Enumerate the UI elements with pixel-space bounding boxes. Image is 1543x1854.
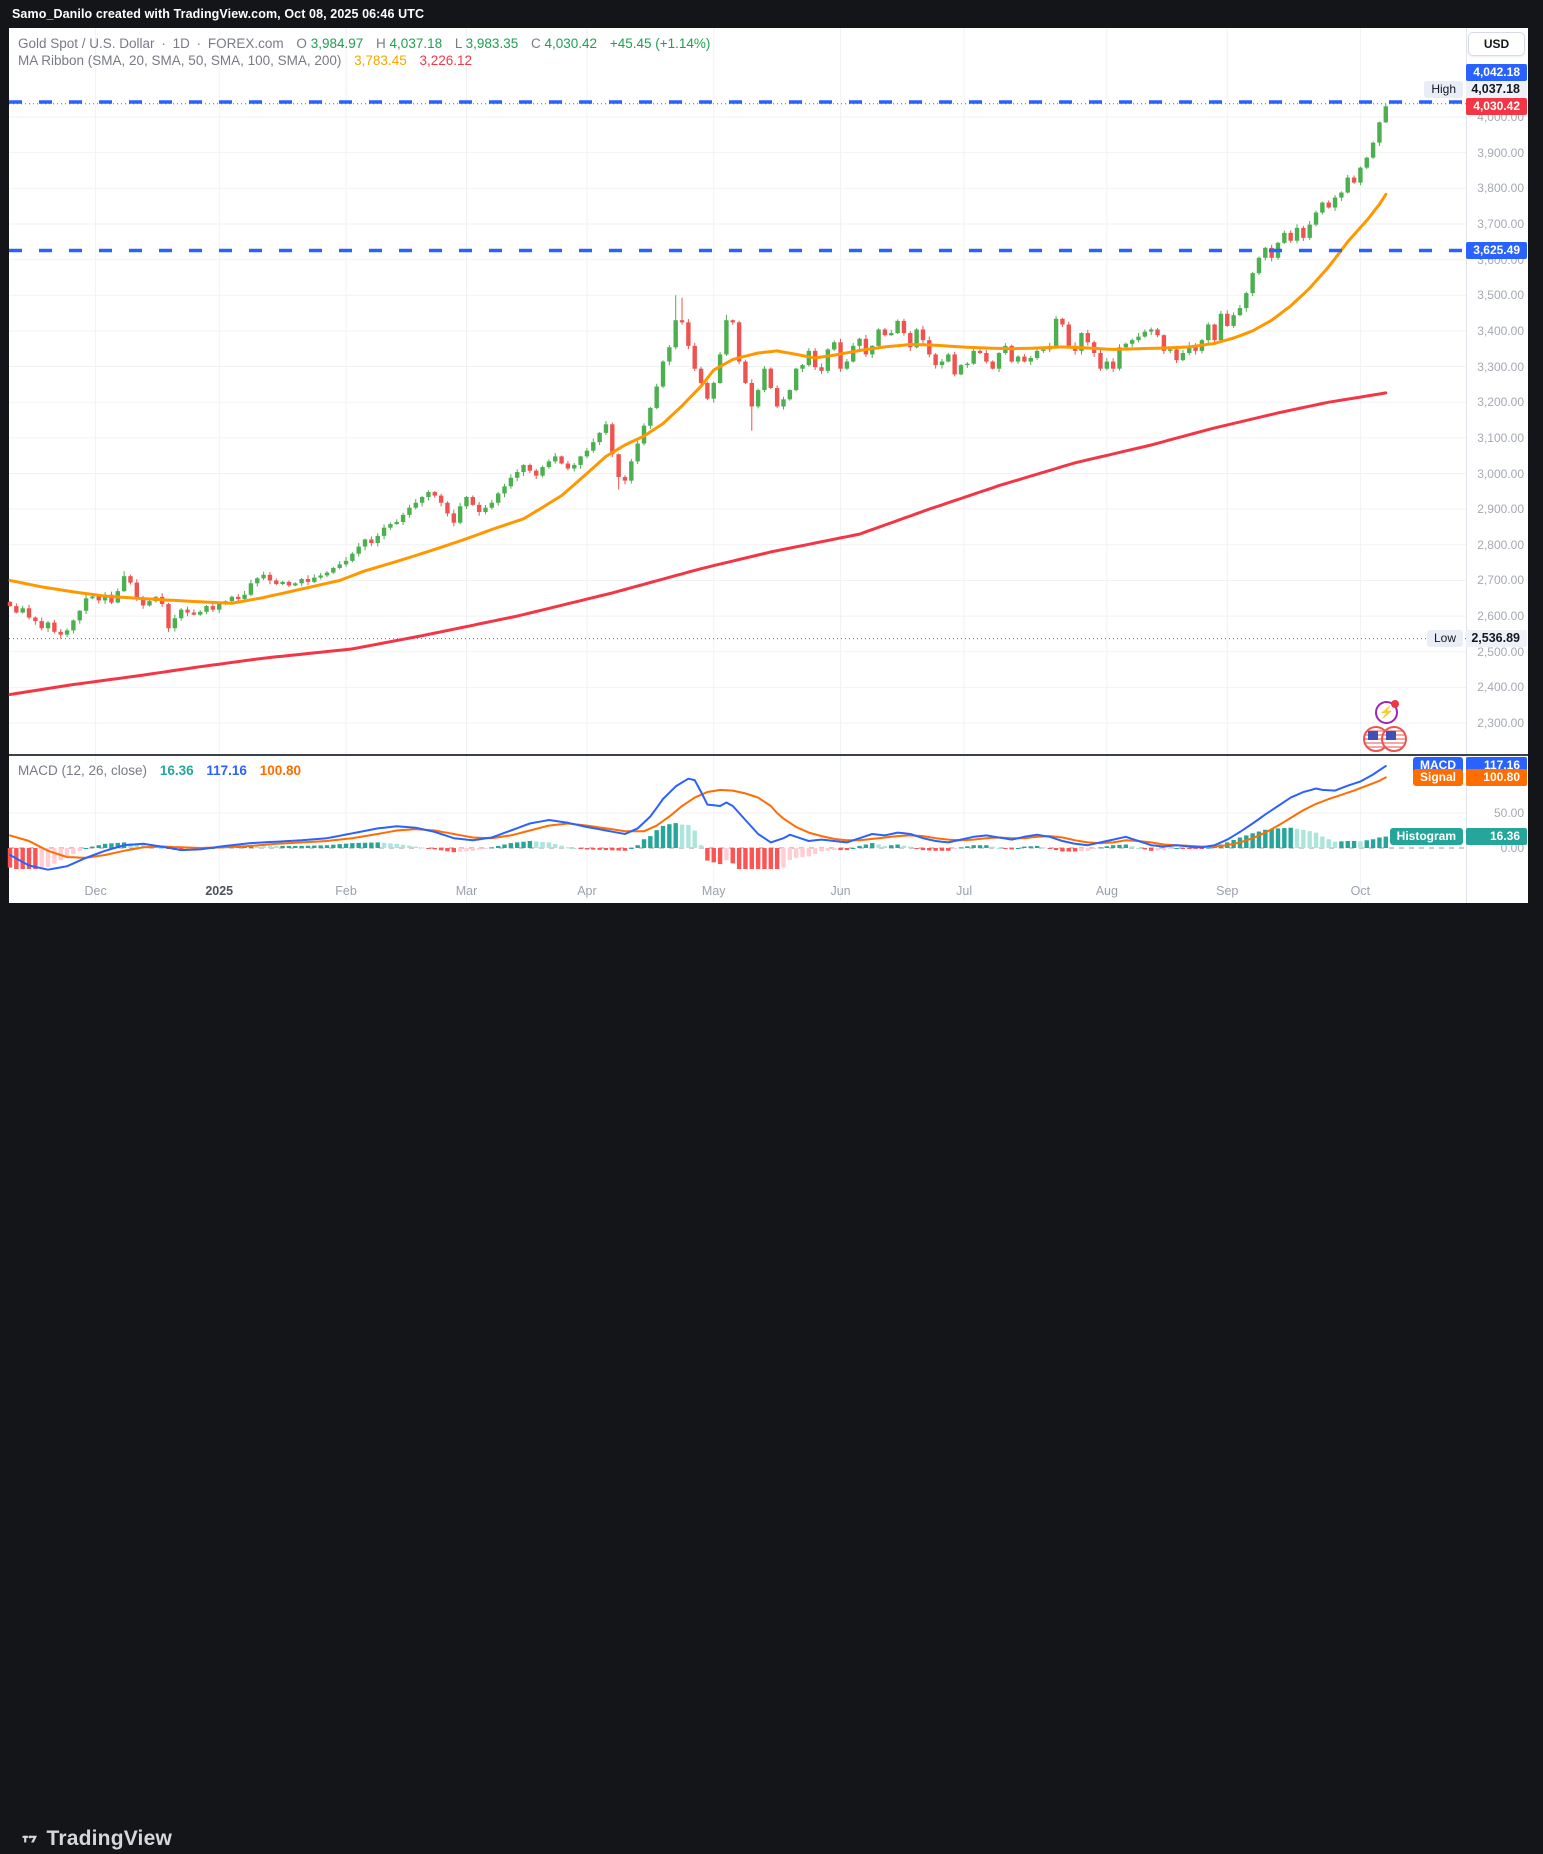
interval-label: 1D [173, 36, 190, 51]
price-tick-label: 3,100.00 [1467, 431, 1524, 445]
economic-events-icon[interactable]: ⚡ [1375, 701, 1398, 724]
price-tick-label: 2,800.00 [1467, 538, 1524, 552]
open-letter: O [296, 36, 307, 51]
price-tick-label: 2,300.00 [1467, 716, 1524, 730]
attribution-bar: Samo_Danilo created with TradingView.com… [0, 0, 1543, 28]
macd-legend[interactable]: MACD (12, 26, close) 16.36 117.16 100.80 [18, 763, 304, 778]
time-tick-label: Aug [1096, 880, 1118, 902]
high-marker-value: 4,037.18 [1466, 81, 1527, 98]
high-value: 4,037.18 [390, 36, 443, 51]
price-tick-label: 3,700.00 [1467, 217, 1524, 231]
price-tick-label: 3,400.00 [1467, 324, 1524, 338]
ma-ribbon-label: MA Ribbon (SMA, 20, SMA, 50, SMA, 100, S… [18, 53, 341, 68]
price-line-badge-mid[interactable]: 3,625.49 [1466, 242, 1527, 259]
time-tick-label: Jun [830, 880, 850, 902]
change-value: +45.45 (+1.14%) [610, 36, 711, 51]
footer-bar: TradingView [0, 903, 1543, 966]
histogram-badge-value: 16.36 [1466, 828, 1527, 845]
ma-red-value: 3,226.12 [419, 53, 472, 68]
price-tick-label: 2,700.00 [1467, 573, 1524, 587]
price-tick-label: 2,600.00 [1467, 609, 1524, 623]
signal-badge-value: 100.80 [1466, 769, 1527, 786]
symbol-title: Gold Spot / U.S. Dollar [18, 36, 155, 51]
high-marker-chip: High [1424, 81, 1463, 98]
price-tick-label: 3,300.00 [1467, 360, 1524, 374]
time-tick-label: Oct [1351, 880, 1370, 902]
pane-separator[interactable] [9, 754, 1528, 756]
macd-hist-value: 16.36 [160, 763, 194, 778]
price-tick-label: 2,400.00 [1467, 680, 1524, 694]
price-tick-label: 3,900.00 [1467, 146, 1524, 160]
tradingview-logo-icon [22, 1826, 37, 1852]
ma-ribbon-legend[interactable]: MA Ribbon (SMA, 20, SMA, 50, SMA, 100, S… [18, 53, 475, 68]
symbol-legend[interactable]: Gold Spot / U.S. Dollar · 1D · FOREX.com… [18, 36, 713, 51]
time-tick-label: 2025 [205, 880, 233, 902]
low-letter: L [455, 36, 462, 51]
last-price-badge: 4,030.42 [1466, 98, 1527, 115]
low-marker-chip: Low [1427, 630, 1463, 647]
attribution-text: Samo_Danilo created with TradingView.com… [12, 0, 424, 28]
price-tick-label: 3,000.00 [1467, 467, 1524, 481]
price-tick-label: 3,800.00 [1467, 181, 1524, 195]
low-marker-value: 2,536.89 [1466, 630, 1527, 647]
low-value: 3,983.35 [466, 36, 519, 51]
close-letter: C [531, 36, 541, 51]
time-tick-label: Jul [956, 880, 972, 902]
price-line-badge-upper[interactable]: 4,042.18 [1466, 64, 1527, 81]
macd-line-value: 117.16 [206, 763, 247, 778]
open-value: 3,984.97 [311, 36, 364, 51]
exchange-label: FOREX.com [208, 36, 284, 51]
tradingview-logo[interactable]: TradingView [22, 1824, 172, 1854]
time-tick-label: Feb [335, 880, 357, 902]
time-tick-label: Mar [456, 880, 478, 902]
time-tick-label: Sep [1216, 880, 1238, 902]
us-flag-event-icon[interactable] [1381, 726, 1407, 752]
legend-separator: · [197, 36, 202, 51]
macd-signal-value: 100.80 [260, 763, 301, 778]
high-letter: H [376, 36, 386, 51]
close-value: 4,030.42 [545, 36, 598, 51]
flag-canton [1368, 731, 1378, 740]
tradingview-snapshot: Samo_Danilo created with TradingView.com… [0, 0, 1543, 966]
signal-badge-label: Signal [1413, 769, 1463, 786]
legend-separator: · [161, 36, 166, 51]
macd-tick-label: 50.00 [1467, 806, 1524, 820]
notification-dot [1391, 700, 1399, 708]
currency-button[interactable]: USD [1468, 32, 1525, 56]
macd-indicator-label: MACD (12, 26, close) [18, 763, 147, 778]
price-tick-label: 2,900.00 [1467, 502, 1524, 516]
ma-orange-value: 3,783.45 [354, 53, 407, 68]
time-tick-label: Dec [84, 880, 106, 902]
tradingview-logo-text: TradingView [46, 1827, 172, 1851]
price-tick-label: 3,200.00 [1467, 395, 1524, 409]
flag-canton [1386, 731, 1396, 740]
time-tick-label: Apr [577, 880, 596, 902]
price-tick-label: 3,500.00 [1467, 288, 1524, 302]
time-tick-label: May [702, 880, 726, 902]
histogram-badge-label: Histogram [1390, 828, 1463, 845]
